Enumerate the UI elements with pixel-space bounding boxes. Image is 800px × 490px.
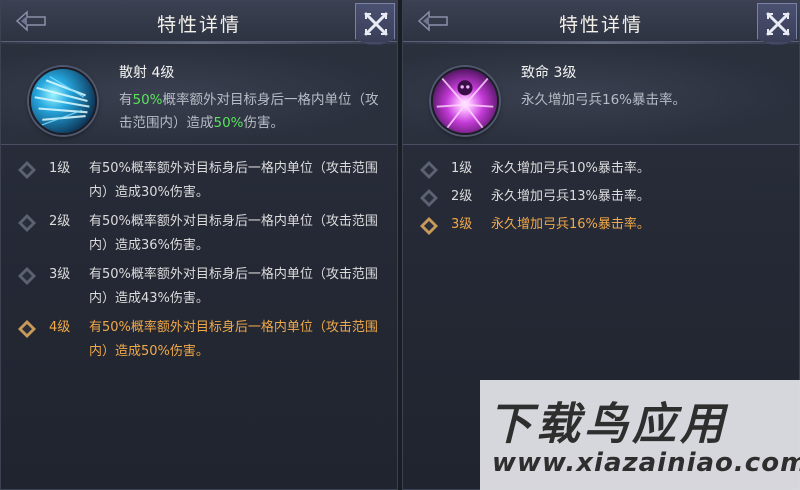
level-row-1: 1级 永久增加弓兵10%暴击率。 (419, 157, 791, 181)
title-bar: 特性详情 (1, 1, 397, 47)
level-row-1: 1级 有50%概率额外对目标身后一格内单位（攻击范围内）造成30%伤害。 (17, 157, 389, 205)
close-icon (766, 12, 790, 36)
level-label: 1级 (49, 161, 71, 176)
level-description: 永久增加弓兵16%暴击率。 (491, 217, 650, 232)
diamond-bullet-icon (419, 188, 439, 208)
level-label: 3级 (49, 267, 71, 282)
lethal-skull-icon (431, 67, 499, 135)
level-description: 有50%概率额外对目标身后一格内单位（攻击范围内）造成43%伤害。 (89, 267, 378, 306)
level-row-2: 2级 永久增加弓兵13%暴击率。 (419, 185, 791, 209)
level-description: 永久增加弓兵10%暴击率。 (491, 161, 650, 176)
level-description: 有50%概率额外对目标身后一格内单位（攻击范围内）造成36%伤害。 (89, 214, 378, 253)
close-button[interactable] (757, 3, 797, 47)
highlight-value: 50% (213, 115, 244, 131)
highlight-value: 50% (132, 92, 163, 108)
level-description: 永久增加弓兵13%暴击率。 (491, 189, 650, 204)
site-watermark: 下载鸟应用 www.xiazainiao.com (480, 380, 800, 490)
skill-header: 致命 3级 永久增加弓兵16%暴击率。 (403, 45, 799, 145)
level-row-3: 3级 有50%概率额外对目标身后一格内单位（攻击范围内）造成43%伤害。 (17, 263, 389, 311)
skill-name: 致命 3级 (521, 65, 577, 81)
diamond-bullet-icon (419, 216, 439, 236)
diamond-bullet-icon (17, 319, 37, 339)
close-button[interactable] (355, 3, 395, 47)
diamond-bullet-icon (17, 213, 37, 233)
diamond-bullet-icon (419, 160, 439, 180)
level-row-4-current: 4级 有50%概率额外对目标身后一格内单位（攻击范围内）造成50%伤害。 (17, 316, 389, 364)
level-label: 2级 (451, 189, 473, 204)
skill-description: 有50%概率额外对目标身后一格内单位（攻击范围内）造成50%伤害。 (119, 92, 379, 131)
skill-header: 散射 4级 有50%概率额外对目标身后一格内单位（攻击范围内）造成50%伤害。 (1, 45, 397, 145)
diamond-bullet-icon (17, 160, 37, 180)
level-label: 3级 (451, 217, 473, 232)
level-list: 1级 有50%概率额外对目标身后一格内单位（攻击范围内）造成30%伤害。 2级 … (17, 157, 389, 369)
title-bar: 特性详情 (403, 1, 799, 47)
level-row-3-current: 3级 永久增加弓兵16%暴击率。 (419, 213, 791, 237)
level-label: 1级 (451, 161, 473, 176)
diamond-bullet-icon (17, 266, 37, 286)
level-description: 有50%概率额外对目标身后一格内单位（攻击范围内）造成30%伤害。 (89, 161, 378, 200)
skill-name: 散射 4级 (119, 65, 175, 81)
close-icon (364, 12, 388, 36)
watermark-url: www.xiazainiao.com (492, 448, 800, 478)
level-label: 2级 (49, 214, 71, 229)
panel-title: 特性详情 (558, 14, 643, 36)
level-row-2: 2级 有50%概率额外对目标身后一格内单位（攻击范围内）造成36%伤害。 (17, 210, 389, 258)
panel-title: 特性详情 (156, 14, 241, 36)
trait-detail-panel-left: 特性详情 散射 4级 有50%概率额外对目标身后一格内单位（攻击范围内）造成50… (0, 0, 398, 490)
level-list: 1级 永久增加弓兵10%暴击率。 2级 永久增加弓兵13%暴击率。 3级 永久增… (419, 157, 791, 241)
level-label: 4级 (49, 320, 71, 335)
watermark-title: 下载鸟应用 (488, 399, 728, 450)
scatter-shot-icon (29, 67, 97, 135)
level-description: 有50%概率额外对目标身后一格内单位（攻击范围内）造成50%伤害。 (89, 320, 378, 359)
skill-description: 永久增加弓兵16%暴击率。 (521, 92, 687, 108)
